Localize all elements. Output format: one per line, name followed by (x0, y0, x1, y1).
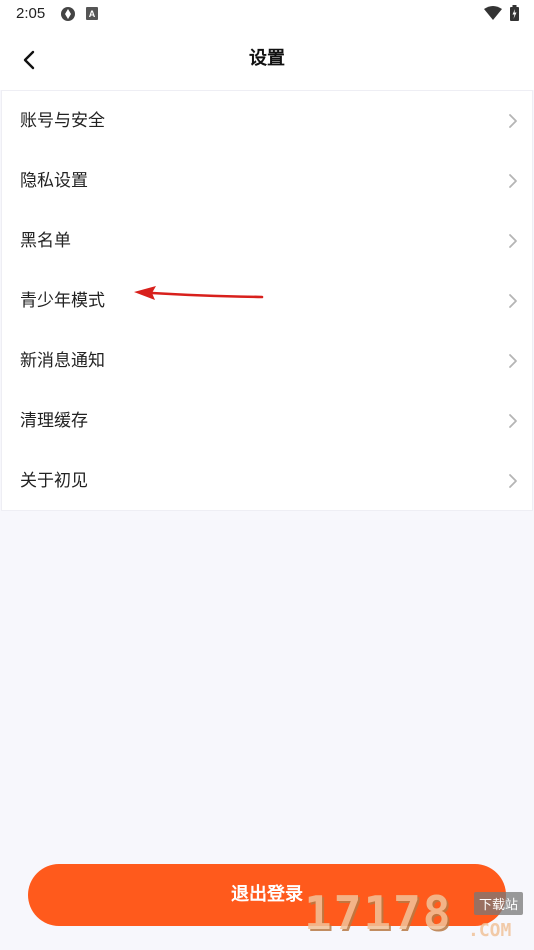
app-a-icon: A (86, 7, 98, 20)
menu-item-clear-cache[interactable]: 清理缓存 (2, 391, 532, 451)
watermark: 17178 下载站 .COM (304, 884, 532, 948)
menu-item-label: 黑名单 (20, 231, 71, 251)
header: 设置 (0, 28, 534, 90)
menu-item-notifications[interactable]: 新消息通知 (2, 331, 532, 391)
menu-item-label: 清理缓存 (20, 411, 88, 431)
menu-item-label: 青少年模式 (20, 291, 105, 311)
wifi-icon (484, 6, 502, 20)
watermark-badge: 下载站 (474, 892, 524, 915)
chevron-right-icon (509, 294, 517, 308)
menu-item-about[interactable]: 关于初见 (2, 451, 532, 511)
sync-icon (61, 7, 75, 21)
chevron-right-icon (509, 354, 517, 368)
menu-item-account-security[interactable]: 账号与安全 (2, 91, 532, 151)
menu-item-label: 新消息通知 (20, 351, 105, 371)
battery-charging-icon (510, 5, 519, 21)
chevron-right-icon (509, 114, 517, 128)
chevron-right-icon (509, 234, 517, 248)
menu-item-blacklist[interactable]: 黑名单 (2, 211, 532, 271)
watermark-number: 17178 (304, 886, 453, 940)
menu-item-privacy[interactable]: 隐私设置 (2, 151, 532, 211)
menu-item-label: 账号与安全 (20, 111, 105, 131)
watermark-domain: .COM (468, 920, 512, 941)
menu-item-label: 关于初见 (20, 471, 88, 491)
page-title: 设置 (249, 48, 285, 69)
svg-text:A: A (89, 9, 96, 19)
status-bar: 2:05 A (0, 0, 534, 28)
chevron-right-icon (509, 474, 517, 488)
chevron-right-icon (509, 174, 517, 188)
annotation-arrow-icon (134, 286, 264, 300)
chevron-right-icon (509, 414, 517, 428)
status-time: 2:05 (16, 5, 46, 22)
menu-item-label: 隐私设置 (20, 171, 88, 191)
